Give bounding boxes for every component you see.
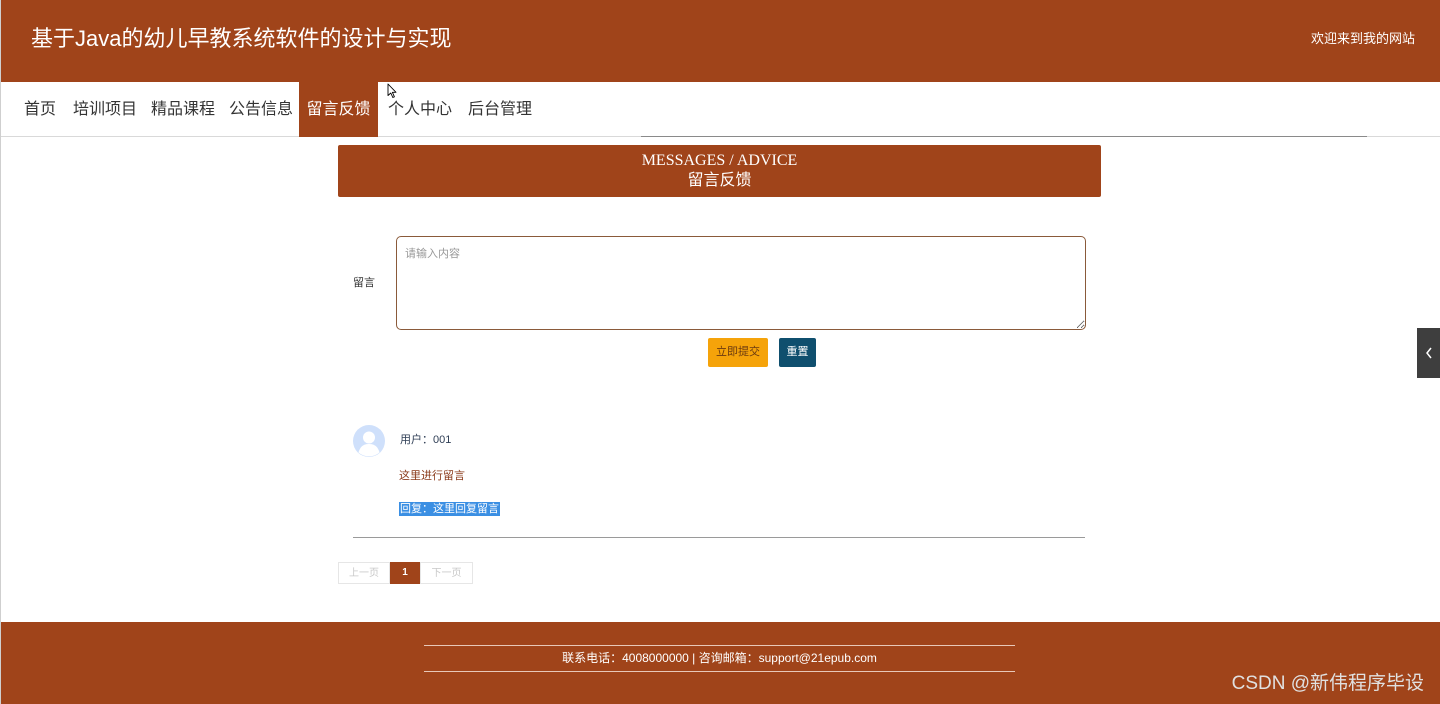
banner-title-cn: 留言反馈 <box>687 172 752 189</box>
footer-contact: 联系电话：4008000000 | 咨询邮箱：support@21epub.co… <box>562 651 877 665</box>
footer-divider-bottom <box>424 671 1015 672</box>
nav-divider <box>641 136 1367 137</box>
nav-item-feedback[interactable]: 留言反馈 <box>299 82 378 137</box>
page: 基于Java的幼儿早教系统软件的设计与实现 欢迎来到我的网站 首页 培训项目 精… <box>0 0 1440 704</box>
nav-item-home[interactable]: 首页 <box>17 82 63 137</box>
site-title: 基于Java的幼儿早教系统软件的设计与实现 <box>31 26 452 51</box>
footer-divider-top <box>424 645 1015 646</box>
comment-divider <box>353 537 1085 538</box>
banner-title-en: MESSAGES / ADVICE <box>641 152 798 169</box>
welcome-text: 欢迎来到我的网站 <box>1310 31 1415 46</box>
site-header: 基于Java的幼儿早教系统软件的设计与实现 欢迎来到我的网站 <box>1 0 1440 82</box>
message-textarea[interactable] <box>396 236 1086 330</box>
nav-item-training-projects[interactable]: 培训项目 <box>69 82 141 137</box>
pagination-next-button[interactable]: 下一页 <box>420 562 473 584</box>
comment-content: 这里进行留言 <box>399 470 465 482</box>
reset-button[interactable]: 重置 <box>779 338 816 367</box>
message-label: 留言 <box>353 277 375 289</box>
nav-item-premium-courses[interactable]: 精品课程 <box>147 82 219 137</box>
comment-reply: 回复：这里回复留言 <box>399 502 500 516</box>
chevron-left-icon <box>1426 347 1432 359</box>
site-footer: 联系电话：4008000000 | 咨询邮箱：support@21epub.co… <box>1 622 1440 704</box>
mouse-pointer-icon <box>387 83 397 104</box>
nav-item-admin[interactable]: 后台管理 <box>464 82 536 137</box>
watermark: CSDN @新伟程序毕设 <box>1231 673 1424 694</box>
side-panel-toggle[interactable] <box>1417 328 1440 378</box>
submit-button[interactable]: 立即提交 <box>708 338 768 367</box>
pagination-prev-button[interactable]: 上一页 <box>338 562 390 584</box>
main-nav: 首页 培训项目 精品课程 公告信息 留言反馈 个人中心 后台管理 <box>1 82 1440 137</box>
nav-item-announcements[interactable]: 公告信息 <box>225 82 297 137</box>
comment-user: 用户：001 <box>400 434 452 446</box>
user-avatar-icon <box>353 425 385 457</box>
section-banner: MESSAGES / ADVICE 留言反馈 <box>338 145 1101 197</box>
pagination-current-page[interactable]: 1 <box>390 562 420 584</box>
